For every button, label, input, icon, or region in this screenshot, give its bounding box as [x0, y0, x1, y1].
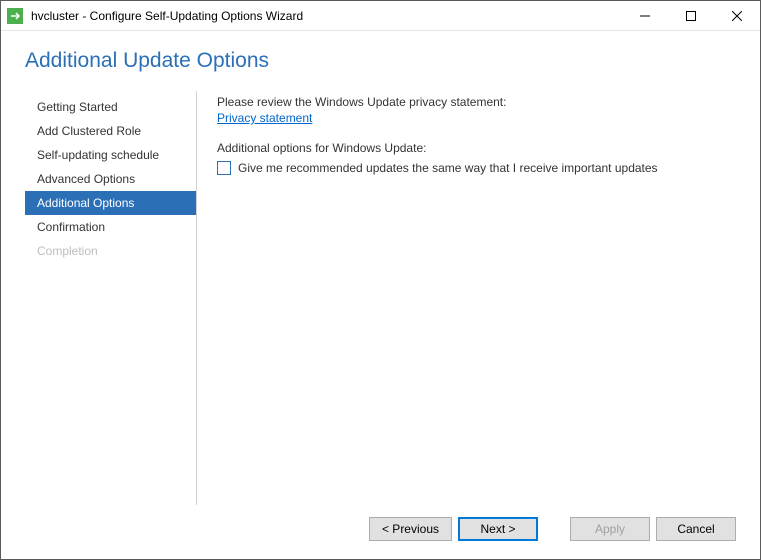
window-title: hvcluster - Configure Self-Updating Opti…: [31, 9, 622, 23]
recommended-updates-label: Give me recommended updates the same way…: [238, 161, 658, 175]
cancel-button[interactable]: Cancel: [656, 517, 736, 541]
app-icon: [7, 8, 23, 24]
nav-add-clustered-role[interactable]: Add Clustered Role: [25, 119, 196, 143]
nav-completion: Completion: [25, 239, 196, 263]
maximize-button[interactable]: [668, 1, 714, 30]
window-controls: [622, 1, 760, 30]
nav-self-updating-schedule[interactable]: Self-updating schedule: [25, 143, 196, 167]
nav-confirmation[interactable]: Confirmation: [25, 215, 196, 239]
next-button[interactable]: Next >: [458, 517, 538, 541]
action-buttons: Apply Cancel: [570, 517, 736, 541]
content-wrapper: Additional Update Options Getting Starte…: [1, 31, 760, 559]
review-text: Please review the Windows Update privacy…: [217, 95, 726, 109]
nav-buttons: < Previous Next >: [369, 517, 538, 541]
minimize-button[interactable]: [622, 1, 668, 30]
nav-advanced-options[interactable]: Advanced Options: [25, 167, 196, 191]
body-area: Getting Started Add Clustered Role Self-…: [25, 91, 736, 505]
button-bar: < Previous Next > Apply Cancel: [25, 505, 736, 547]
privacy-statement-link[interactable]: Privacy statement: [217, 111, 312, 125]
nav-getting-started[interactable]: Getting Started: [25, 95, 196, 119]
nav-additional-options[interactable]: Additional Options: [25, 191, 196, 215]
wizard-nav: Getting Started Add Clustered Role Self-…: [25, 91, 197, 505]
recommended-updates-row: Give me recommended updates the same way…: [217, 161, 726, 175]
apply-button: Apply: [570, 517, 650, 541]
previous-button[interactable]: < Previous: [369, 517, 452, 541]
titlebar: hvcluster - Configure Self-Updating Opti…: [1, 1, 760, 31]
close-button[interactable]: [714, 1, 760, 30]
main-panel: Please review the Windows Update privacy…: [197, 91, 736, 505]
additional-options-heading: Additional options for Windows Update:: [217, 141, 726, 155]
recommended-updates-checkbox[interactable]: [217, 161, 231, 175]
page-title: Additional Update Options: [25, 49, 736, 73]
